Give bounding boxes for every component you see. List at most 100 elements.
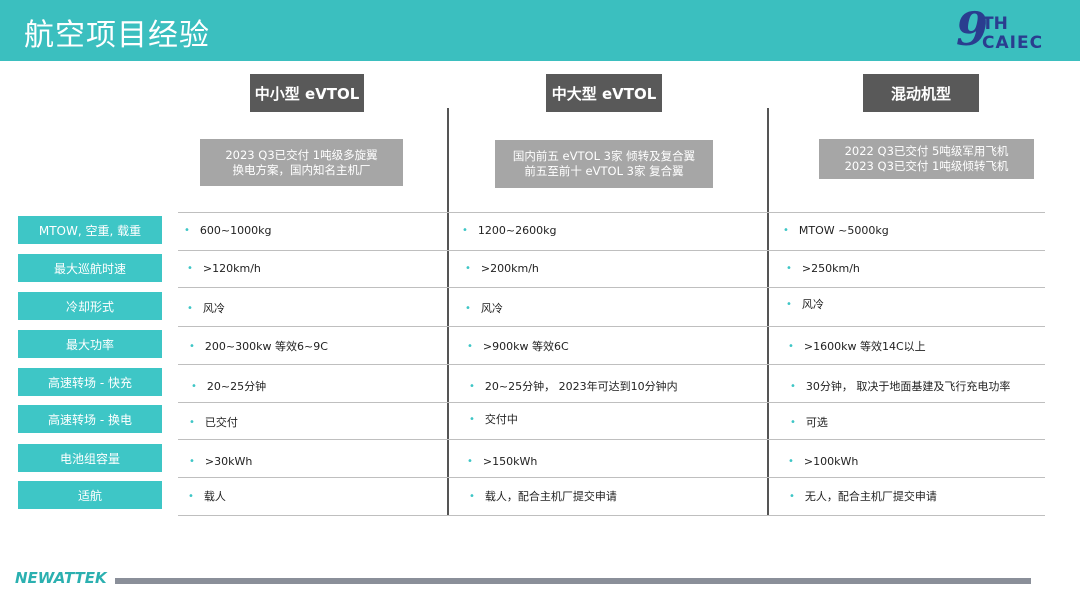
note-line: 换电方案，国内知名主机厂 — [232, 162, 371, 177]
note-line: 国内前五 eVTOL 3家 倾转及复合翼 — [512, 149, 696, 163]
bullet-icon: • — [465, 262, 471, 274]
column-divider — [447, 108, 449, 515]
table-cell: • 载人，配合主机厂提交申请 — [469, 487, 617, 505]
logo-text: CAIEC — [982, 33, 1044, 53]
table-cell: • >30kWh — [189, 452, 252, 470]
cell-text: >30kWh — [204, 454, 253, 468]
cell-text: >250km/h — [801, 261, 860, 275]
cell-text: >120km/h — [202, 261, 261, 275]
bullet-icon: • — [189, 416, 195, 428]
table-cell: • 可选 — [790, 413, 828, 431]
row-label-max-power: 最大功率 — [18, 330, 162, 358]
row-label-cooling: 冷却形式 — [18, 292, 162, 320]
cell-text: >100kWh — [803, 454, 859, 468]
cell-text: 风冷 — [480, 302, 503, 315]
note-line: 2023 Q3已交付 1吨级倾转飞机 — [844, 159, 1009, 173]
caiec-logo: 9 TH CAIEC — [956, 2, 1056, 56]
bullet-icon: • — [788, 455, 794, 467]
table-cell: • 200~300kw 等效6~9C — [189, 337, 328, 355]
cell-text: 交付中 — [484, 413, 518, 426]
table-cell: • 风冷 — [786, 295, 824, 313]
row-divider — [178, 439, 1045, 440]
bullet-icon: • — [465, 302, 471, 314]
column-note-hybrid: 2022 Q3已交付 5吨级军用飞机 2023 Q3已交付 1吨级倾转飞机 — [819, 139, 1034, 179]
table-cell: • 风冷 — [187, 299, 225, 317]
bullet-icon: • — [786, 298, 792, 310]
cell-text: 30分钟， 取决于地面基建及飞行充电功率 — [805, 380, 1011, 393]
row-divider — [178, 402, 1045, 403]
logo-superscript: TH — [982, 14, 1008, 34]
table-cell: • >900kw 等效6C — [467, 337, 569, 355]
table-cell: • >120km/h — [187, 259, 261, 277]
table-cell: • 无人，配合主机厂提交申请 — [789, 487, 937, 505]
note-line: 2022 Q3已交付 5吨级军用飞机 — [844, 144, 1009, 158]
cell-text: >1600kw 等效14C以上 — [803, 340, 926, 353]
row-divider — [178, 212, 1045, 213]
row-divider — [178, 287, 1045, 288]
note-line: 2023 Q3已交付 1吨级多旋翼 — [225, 147, 378, 162]
table-cell: • >1600kw 等效14C以上 — [788, 337, 926, 355]
table-cell: • >100kWh — [788, 452, 858, 470]
table-cell: • MTOW ~5000kg — [783, 221, 889, 239]
row-label-mtow: MTOW, 空重, 载重 — [18, 216, 162, 244]
bullet-icon: • — [467, 455, 473, 467]
table-cell: • 1200~2600kg — [462, 221, 556, 239]
row-divider — [178, 250, 1045, 251]
cell-text: 1200~2600kg — [477, 223, 557, 237]
bullet-icon: • — [783, 224, 789, 236]
bullet-icon: • — [191, 380, 197, 392]
row-divider — [178, 477, 1045, 478]
bullet-icon: • — [187, 302, 193, 314]
bullet-icon: • — [788, 340, 794, 352]
row-label-pack-capacity: 电池组容量 — [18, 444, 162, 472]
cell-text: >150kWh — [482, 454, 538, 468]
cell-text: >200km/h — [480, 261, 539, 275]
cell-text: 20~25分钟， 2023年可达到10分钟内 — [484, 380, 678, 393]
bullet-icon: • — [462, 224, 468, 236]
row-label-fast-charge: 高速转场 - 快充 — [18, 368, 162, 396]
bullet-icon: • — [189, 340, 195, 352]
row-label-airworthiness: 适航 — [18, 481, 162, 509]
cell-text: 600~1000kg — [199, 223, 272, 237]
column-header-small-evtol: 中小型 eVTOL — [250, 74, 364, 112]
cell-text: >900kw 等效6C — [482, 340, 569, 353]
table-cell: • >250km/h — [786, 259, 860, 277]
bullet-icon: • — [790, 416, 796, 428]
table-cell: • 20~25分钟， 2023年可达到10分钟内 — [469, 377, 678, 395]
table-cell: • 风冷 — [465, 299, 503, 317]
cell-text: 风冷 — [801, 298, 824, 311]
newattek-logo: NEWATTEK — [15, 569, 107, 587]
cell-text: 无人，配合主机厂提交申请 — [804, 490, 937, 503]
column-divider — [767, 108, 769, 515]
row-label-cruise-speed: 最大巡航时速 — [18, 254, 162, 282]
bullet-icon: • — [467, 340, 473, 352]
bullet-icon: • — [189, 455, 195, 467]
table-cell: • >200km/h — [465, 259, 539, 277]
table-cell: • 20~25分钟 — [191, 377, 266, 395]
column-note-large-evtol: 国内前五 eVTOL 3家 倾转及复合翼 前五至前十 eVTOL 3家 复合翼 — [495, 140, 713, 188]
bullet-icon: • — [790, 380, 796, 392]
row-divider — [178, 326, 1045, 327]
bullet-icon: • — [789, 490, 795, 502]
footer-bar — [115, 578, 1031, 584]
cell-text: MTOW ~5000kg — [798, 223, 889, 237]
bullet-icon: • — [469, 413, 475, 425]
row-divider — [178, 515, 1045, 516]
table-cell: • 交付中 — [469, 410, 518, 428]
cell-text: 载人 — [203, 490, 226, 503]
bullet-icon: • — [188, 490, 194, 502]
page-title: 航空项目经验 — [24, 18, 210, 53]
cell-text: 已交付 — [204, 416, 238, 429]
note-line: 前五至前十 eVTOL 3家 复合翼 — [524, 164, 684, 178]
cell-text: 风冷 — [202, 302, 225, 315]
bullet-icon: • — [184, 224, 190, 236]
table-cell: • 已交付 — [189, 413, 238, 431]
column-note-small-evtol: 2023 Q3已交付 1吨级多旋翼 换电方案，国内知名主机厂 — [200, 139, 403, 186]
table-cell: • 30分钟， 取决于地面基建及飞行充电功率 — [790, 377, 1010, 395]
table-cell: • 载人 — [188, 487, 226, 505]
table-cell: • 600~1000kg — [184, 221, 271, 239]
cell-text: 载人，配合主机厂提交申请 — [484, 490, 617, 503]
bullet-icon: • — [786, 262, 792, 274]
cell-text: 200~300kw 等效6~9C — [204, 340, 328, 353]
cell-text: 20~25分钟 — [206, 380, 267, 393]
